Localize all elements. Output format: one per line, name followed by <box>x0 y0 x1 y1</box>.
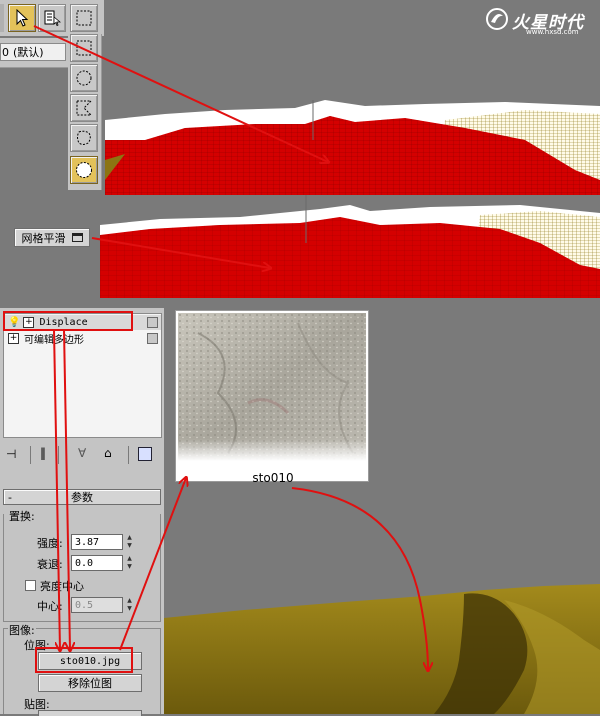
center-input[interactable]: 0.5 <box>71 597 123 613</box>
strength-label: 强度: <box>37 537 63 550</box>
terrain-smooth-mesh <box>100 195 600 298</box>
flyout-fence-region[interactable] <box>70 94 98 122</box>
divider <box>58 446 59 464</box>
expand-plus-icon[interactable]: + <box>23 317 35 328</box>
viewport-displace-preview[interactable] <box>105 100 600 195</box>
modifier-stack-list[interactable]: 💡 + Displace + 可编辑多边形 <box>3 313 162 438</box>
decay-label: 衰退: <box>37 558 63 571</box>
luminance-center-checkbox[interactable] <box>25 580 36 591</box>
stack-item-toggle[interactable] <box>147 317 158 328</box>
watermark-url: www.hxsd.com <box>526 28 579 36</box>
selection-set-dropdown[interactable]: 0 (默认) <box>0 43 66 61</box>
remove-bitmap-label: 移除位图 <box>68 677 112 690</box>
parameters-rollout-header[interactable]: - 参数 <box>3 489 161 505</box>
stack-item-label: 可编辑多边形 <box>24 335 84 346</box>
divider <box>30 446 31 464</box>
make-unique-icon[interactable]: ∀ <box>78 446 86 460</box>
meshsmooth-label: 网格平滑 <box>21 231 66 245</box>
pin-stack-icon[interactable]: ⊣ <box>6 447 16 461</box>
spinner-up-icon[interactable]: ▲ <box>125 555 134 563</box>
flyout-circle-region[interactable] <box>70 64 98 92</box>
flyout-paint-region[interactable] <box>70 156 98 184</box>
bitmap-button-label: sto010.jpg <box>59 655 121 667</box>
rectangular-selection-tool[interactable] <box>70 4 98 32</box>
show-end-result-icon[interactable]: ‖ <box>40 446 46 460</box>
bitmap-button[interactable]: sto010.jpg <box>38 652 142 670</box>
select-by-name-tool[interactable] <box>38 4 66 32</box>
lasso-region-icon <box>77 130 91 145</box>
modifier-stack-panel: 💡 + Displace + 可编辑多边形 ⊣ ‖ ∀ ⌂ - 参数 置换: 强… <box>0 308 164 716</box>
select-object-tool[interactable] <box>8 4 36 32</box>
meshsmooth-toggle-icon <box>71 233 83 242</box>
paint-region-icon <box>76 162 92 178</box>
flyout-lasso-region[interactable] <box>70 124 98 152</box>
lightbulb-icon: 💡 <box>8 317 21 328</box>
terrain-red-mesh <box>105 100 600 195</box>
spinner-down-icon[interactable]: ▼ <box>125 542 134 550</box>
center-label: 中心: <box>37 600 63 613</box>
stack-item-displace[interactable]: 💡 + Displace <box>4 315 161 330</box>
selection-set-row: 0 (默认) <box>0 38 68 68</box>
stack-item-label: Displace <box>39 317 88 328</box>
expand-plus-icon[interactable]: + <box>8 333 19 344</box>
strength-value: 3.87 <box>75 536 100 548</box>
rect-selection-icon <box>76 10 92 26</box>
decay-value: 0.0 <box>75 557 94 569</box>
circle-region-icon <box>76 70 92 86</box>
decay-input[interactable]: 0.0 <box>71 555 123 571</box>
stone-texture-image <box>178 313 366 461</box>
center-spinner[interactable]: ▲ ▼ <box>125 597 134 613</box>
fence-region-icon <box>76 100 93 116</box>
image-group: 图像: 位图: sto010.jpg 移除位图 贴图: <box>3 622 161 716</box>
stack-toolbar: ⊣ ‖ ∀ ⌂ <box>0 444 164 466</box>
texture-thumbnail-card: sto010 <box>175 310 369 485</box>
luminance-center-label: 亮度中心 <box>40 580 84 593</box>
remove-modifier-icon[interactable]: ⌂ <box>104 446 112 460</box>
flyout-rect-region[interactable] <box>70 34 98 62</box>
cursor-arrow-icon <box>16 9 29 27</box>
hxsd-logo-icon <box>486 8 508 30</box>
watermark: 火星时代 www.hxsd.com <box>484 6 596 38</box>
main-toolbar <box>0 0 104 36</box>
spinner-up-icon[interactable]: ▲ <box>125 597 134 605</box>
toolbar-edge <box>0 4 4 32</box>
rollout-title: 参数 <box>71 491 93 504</box>
map-button[interactable] <box>38 710 142 716</box>
remove-bitmap-button[interactable]: 移除位图 <box>38 674 142 692</box>
rollout-collapse-icon: - <box>8 490 12 504</box>
spinner-down-icon[interactable]: ▼ <box>125 563 134 571</box>
stack-item-editable-poly[interactable]: + 可编辑多边形 <box>4 331 161 346</box>
decay-spinner[interactable]: ▲ ▼ <box>125 555 134 571</box>
bitmap-label: 位图: <box>24 639 50 652</box>
spinner-up-icon[interactable]: ▲ <box>125 534 134 542</box>
select-by-name-icon <box>44 10 61 27</box>
spinner-down-icon[interactable]: ▼ <box>125 605 134 613</box>
viewport-meshsmooth-preview[interactable] <box>100 195 600 298</box>
terrain-gold-surface <box>164 584 600 714</box>
strength-input[interactable]: 3.87 <box>71 534 123 550</box>
rect-region-icon <box>76 40 92 56</box>
viewport-final-render[interactable] <box>164 580 600 714</box>
displacement-group: 置换: 强度: 3.87 ▲ ▼ 衰退: 0.0 ▲ ▼ 亮度中心 中心: 0.5 … <box>3 508 161 622</box>
strength-spinner[interactable]: ▲ ▼ <box>125 534 134 550</box>
selection-set-prefix: 0 <box>2 45 9 59</box>
center-value: 0.5 <box>75 599 94 611</box>
configure-sets-icon[interactable] <box>138 447 152 461</box>
thumbnail-caption: sto010 <box>252 471 294 485</box>
meshsmooth-modifier-button[interactable]: 网格平滑 <box>14 228 90 247</box>
divider <box>128 446 129 464</box>
selection-set-value: (默认) <box>13 46 44 59</box>
image-group-label: 图像: <box>8 622 36 638</box>
selection-flyout <box>68 34 102 190</box>
displacement-group-label: 置换: <box>8 508 36 524</box>
stack-item-toggle[interactable] <box>147 333 158 344</box>
